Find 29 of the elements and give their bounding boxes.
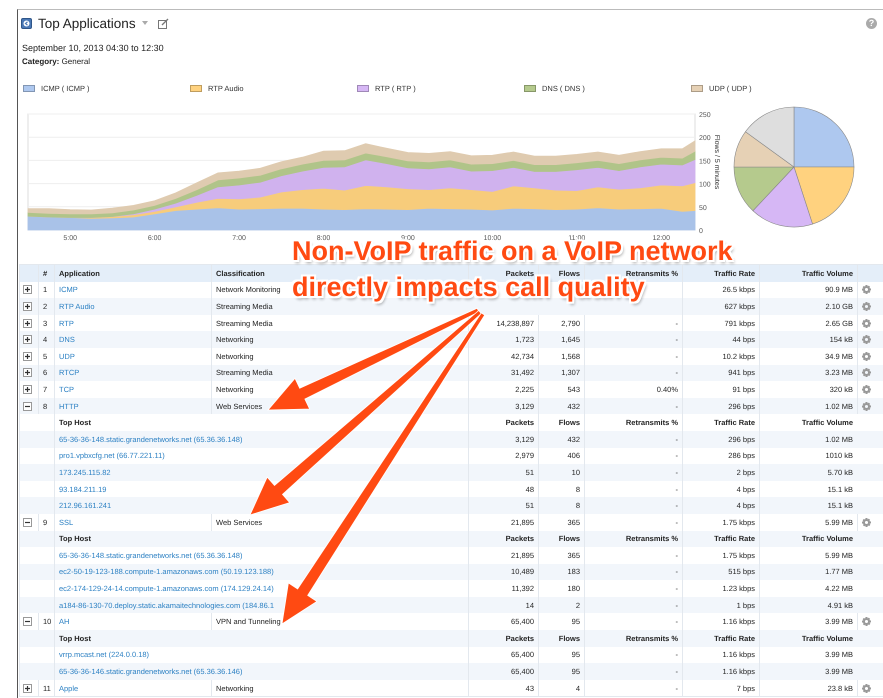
gear-icon[interactable] [862, 384, 871, 394]
expand-icon[interactable] [23, 384, 32, 394]
gear-icon[interactable] [862, 684, 871, 693]
expand-icon[interactable] [23, 335, 32, 344]
gear-icon[interactable] [862, 402, 871, 411]
edit-icon[interactable] [158, 18, 169, 28]
gear-icon[interactable] [862, 318, 871, 328]
expand-icon[interactable] [23, 684, 32, 693]
expand-icon[interactable] [23, 285, 32, 294]
collapse-icon[interactable] [23, 402, 32, 411]
gear-icon[interactable] [862, 368, 871, 378]
gear-icon[interactable] [862, 617, 871, 626]
gear-icon[interactable] [862, 335, 871, 344]
widget-title: Top Applications [38, 16, 136, 30]
expand-icon[interactable] [23, 302, 32, 311]
category-text: Category: General [21, 56, 92, 66]
collapse-icon[interactable] [23, 617, 32, 626]
expand-icon[interactable] [23, 352, 32, 361]
gear-icon[interactable] [862, 352, 871, 361]
expand-icon[interactable] [23, 368, 32, 378]
caret-icon[interactable] [142, 21, 148, 25]
date-range: September 10, 2013 04:30 to 12:30 [21, 42, 165, 53]
app-icon [21, 18, 32, 28]
collapse-icon[interactable] [23, 518, 32, 527]
gear-icon[interactable] [862, 302, 871, 311]
gear-icon[interactable] [862, 518, 871, 527]
expand-icon[interactable] [23, 318, 32, 328]
help-icon[interactable]: ? [866, 18, 877, 28]
gear-icon[interactable] [862, 285, 871, 294]
